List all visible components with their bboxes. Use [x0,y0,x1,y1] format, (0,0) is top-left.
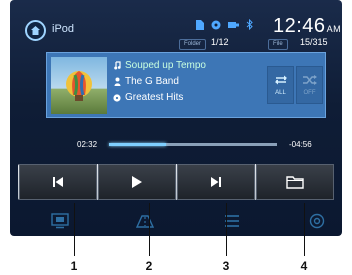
repeat-button[interactable]: ALL [267,66,294,104]
nav-navigation[interactable] [135,212,155,230]
transport-bar [18,164,334,200]
song-title: Souped up Tempo [125,60,206,71]
browse-folder-button[interactable] [256,164,334,200]
progress-fill [109,143,167,146]
disc-icon [211,20,221,29]
album-name: Greatest Hits [125,92,184,103]
person-icon [113,77,121,86]
album-art [51,57,107,114]
callout-number-4: 4 [300,259,308,273]
skip-previous-icon [53,177,63,187]
clock-ampm: AM [326,24,342,34]
artist-line: The G Band [113,76,179,87]
callout-line-2 [149,203,150,256]
shuffle-button[interactable]: OFF [296,66,323,104]
next-track-button[interactable] [177,164,255,200]
media-icon [51,213,69,229]
repeat-label: ALL [275,90,286,96]
callout-line-1 [74,203,75,256]
folder-counter: 1/12 [211,37,229,47]
bluetooth-icon [246,19,253,30]
repeat-icon [274,75,287,85]
folder-icon [286,176,304,189]
callout-number-3: 3 [222,259,230,273]
track-info-panel: Souped up Tempo The G Band Greatest Hits… [46,52,326,118]
shuffle-icon [302,75,317,85]
status-icons [196,19,253,30]
song-line: Souped up Tempo [113,60,206,71]
nav-settings[interactable] [307,212,327,230]
nav-list[interactable] [222,212,242,230]
settings-icon [309,213,325,229]
callout-line-3 [226,203,227,256]
progress-bar[interactable] [109,143,277,146]
file-counter: 15/315 [300,37,328,47]
usb-icon [228,21,239,28]
clock-time: 12:46 [273,15,326,37]
skip-next-icon [211,177,221,187]
artist-name: The G Band [125,76,179,87]
shuffle-label: OFF [303,90,316,96]
clock: 12:46AM [273,15,341,38]
callout-number-1: 1 [70,259,78,273]
remaining-time: -04:56 [289,140,312,149]
bottom-nav [10,206,342,236]
music-note-icon [113,61,121,70]
play-icon [132,176,142,188]
home-button[interactable] [25,20,46,41]
ipod-screen: iPod 12:46AM Folder 1/12 File 15/315 Sou… [10,0,342,236]
callout-number-2: 2 [145,259,153,273]
document-icon [196,19,204,30]
app-title: iPod [52,23,75,35]
album-line: Greatest Hits [113,92,183,103]
file-label: File [268,39,288,50]
elapsed-time: 02:32 [77,140,98,149]
previous-track-button[interactable] [19,164,97,200]
album-icon [113,93,121,102]
navigation-icon [136,215,154,228]
play-button[interactable] [98,164,176,200]
callout-line-4 [304,203,305,256]
nav-media[interactable] [50,212,70,230]
folder-label: Folder [179,39,207,50]
home-icon [31,26,40,35]
